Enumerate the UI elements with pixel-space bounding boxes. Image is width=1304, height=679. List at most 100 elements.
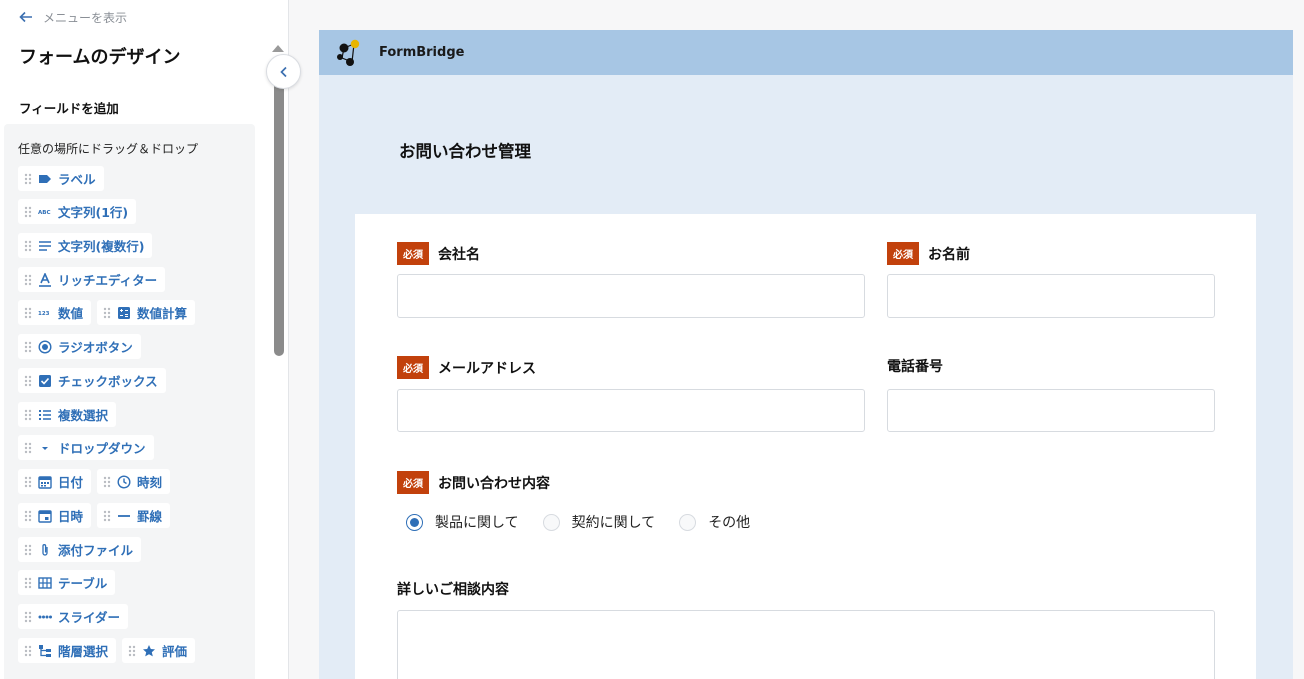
company-label-text: 会社名	[438, 246, 480, 263]
drag-handle-icon	[24, 442, 32, 454]
calculator-icon	[117, 306, 131, 320]
drag-handle-icon	[24, 240, 32, 252]
name-input[interactable]	[887, 274, 1215, 318]
phone-input[interactable]	[887, 389, 1215, 432]
radio-button[interactable]	[679, 513, 697, 531]
field-chip-date[interactable]: 日付	[18, 469, 92, 494]
form-card: 必須 会社名 必須 お名前 必須 メールアドレス 電話番号 必須 お問い合わせ内…	[355, 214, 1256, 679]
required-badge: 必須	[887, 242, 919, 265]
email-field-label: 必須 メールアドレス	[397, 356, 536, 379]
radio-icon	[38, 339, 52, 354]
drag-handle-icon	[103, 307, 111, 319]
show-menu-link[interactable]: メニューを表示	[19, 8, 127, 26]
sidebar: メニューを表示 フォームのデザイン フィールドを追加 任意の場所にドラッグ＆ドロ…	[0, 0, 289, 679]
scroll-up-arrow-icon[interactable]	[272, 45, 284, 52]
add-field-section-title: フィールドを追加	[19, 101, 119, 116]
drag-handle-icon	[24, 409, 32, 421]
field-chip-text: 罫線	[137, 509, 163, 524]
field-chip-rich-editor[interactable]: リッチエディター	[18, 267, 166, 292]
field-chip-text: チェックボックス	[58, 374, 158, 389]
svg-text:123: 123	[38, 311, 50, 317]
field-chip-slider[interactable]: スライダー	[18, 604, 129, 629]
drag-handle-icon	[24, 307, 32, 319]
inquiry-option-contract[interactable]: 契約に関して	[542, 512, 655, 532]
sidebar-title: フォームのデザイン	[19, 47, 181, 68]
list-icon	[38, 408, 52, 422]
brand-header: FormBridge	[319, 30, 1293, 75]
field-chip-calculation[interactable]: 数値計算	[97, 300, 196, 325]
chevron-left-icon	[279, 66, 287, 77]
form-preview: FormBridge お問い合わせ管理 必須 会社名 必須 お名前 必須 メール…	[319, 30, 1293, 679]
field-palette: 任意の場所にドラッグ＆ドロップ ラベル ABC 文字列(1行) 文字列(複数行)	[4, 124, 255, 679]
field-chip-dropdown[interactable]: ドロップダウン	[18, 435, 154, 460]
field-chip-text: 数値計算	[137, 306, 188, 321]
company-input[interactable]	[397, 274, 865, 318]
drag-handle-icon	[24, 611, 32, 623]
drag-handle-icon	[24, 645, 32, 657]
email-label-text: メールアドレス	[438, 360, 536, 377]
field-chip-time[interactable]: 時刻	[97, 469, 171, 494]
radio-option-label: 製品に関して	[435, 515, 519, 531]
field-chip-multi-line[interactable]: 文字列(複数行)	[18, 233, 153, 258]
field-chip-datetime[interactable]: 日時	[18, 503, 92, 528]
drag-handle-icon	[103, 510, 111, 522]
field-chip-checkbox[interactable]: チェックボックス	[18, 368, 166, 393]
radio-button-selected[interactable]	[406, 513, 423, 531]
drag-handle-icon	[24, 476, 32, 488]
email-input[interactable]	[397, 389, 865, 432]
phone-label-text: 電話番号	[887, 359, 943, 375]
drag-handle-icon	[24, 577, 32, 589]
field-chip-rating[interactable]: 評価	[122, 638, 196, 663]
star-icon	[142, 644, 156, 658]
details-textarea[interactable]	[397, 610, 1215, 679]
brand-name: FormBridge	[379, 45, 465, 60]
field-chip-single-line[interactable]: ABC 文字列(1行)	[18, 199, 137, 224]
phone-field-label: 電話番号	[887, 356, 943, 379]
drag-handle-icon	[128, 645, 136, 657]
name-label-text: お名前	[928, 246, 970, 263]
field-chip-label[interactable]: ラベル	[18, 166, 104, 191]
field-chip-text: ラジオボタン	[58, 340, 133, 355]
field-chip-table[interactable]: テーブル	[18, 570, 116, 595]
calendar-time-icon	[38, 509, 52, 523]
field-chip-text: 文字列(1行)	[58, 205, 129, 220]
lines-icon	[38, 239, 52, 253]
field-chip-text: 文字列(複数行)	[58, 239, 145, 254]
123-icon: 123	[38, 306, 52, 320]
formbridge-logo-icon	[334, 38, 363, 67]
divider-icon	[117, 509, 131, 523]
inquiry-option-product[interactable]: 製品に関して	[406, 512, 519, 532]
show-menu-label: メニューを表示	[43, 10, 128, 25]
table-icon	[38, 576, 52, 590]
text-format-icon	[38, 272, 52, 287]
field-chip-number[interactable]: 123 数値	[18, 300, 92, 325]
details-field-label: 詳しいご相談内容	[397, 579, 509, 602]
arrow-left-icon	[19, 11, 32, 23]
field-chip-hierarchy[interactable]: 階層選択	[18, 638, 117, 663]
field-chip-text: テーブル	[58, 576, 108, 591]
field-chip-divider[interactable]: 罫線	[97, 503, 171, 528]
field-chip-text: 日付	[58, 475, 84, 490]
abc-icon: ABC	[38, 205, 52, 219]
field-chip-attachment[interactable]: 添付ファイル	[18, 537, 142, 562]
radio-button[interactable]	[542, 513, 560, 531]
field-chip-text: ドロップダウン	[58, 441, 146, 456]
radio-option-label: その他	[708, 515, 751, 531]
inquiry-radio-group: 製品に関して 契約に関して その他	[406, 512, 774, 532]
field-chip-multi-select[interactable]: 複数選択	[18, 402, 117, 427]
drag-handle-icon	[24, 544, 32, 556]
inquiry-label-text: お問い合わせ内容	[438, 475, 550, 492]
field-chip-text: 添付ファイル	[58, 543, 134, 558]
slider-icon	[38, 610, 52, 624]
inquiry-option-other[interactable]: その他	[679, 512, 750, 532]
field-chip-text: 評価	[162, 644, 188, 659]
palette-hint: 任意の場所にドラッグ＆ドロップ	[18, 142, 199, 156]
drag-handle-icon	[24, 510, 32, 522]
required-badge: 必須	[397, 356, 429, 379]
drag-handle-icon	[24, 375, 32, 387]
sidebar-scrollbar-thumb[interactable]	[274, 64, 284, 356]
collapse-sidebar-button[interactable]	[266, 54, 301, 89]
field-chip-text: 数値	[58, 306, 84, 321]
field-chip-radio[interactable]: ラジオボタン	[18, 334, 141, 359]
inquiry-field-label: 必須 お問い合わせ内容	[397, 471, 550, 494]
